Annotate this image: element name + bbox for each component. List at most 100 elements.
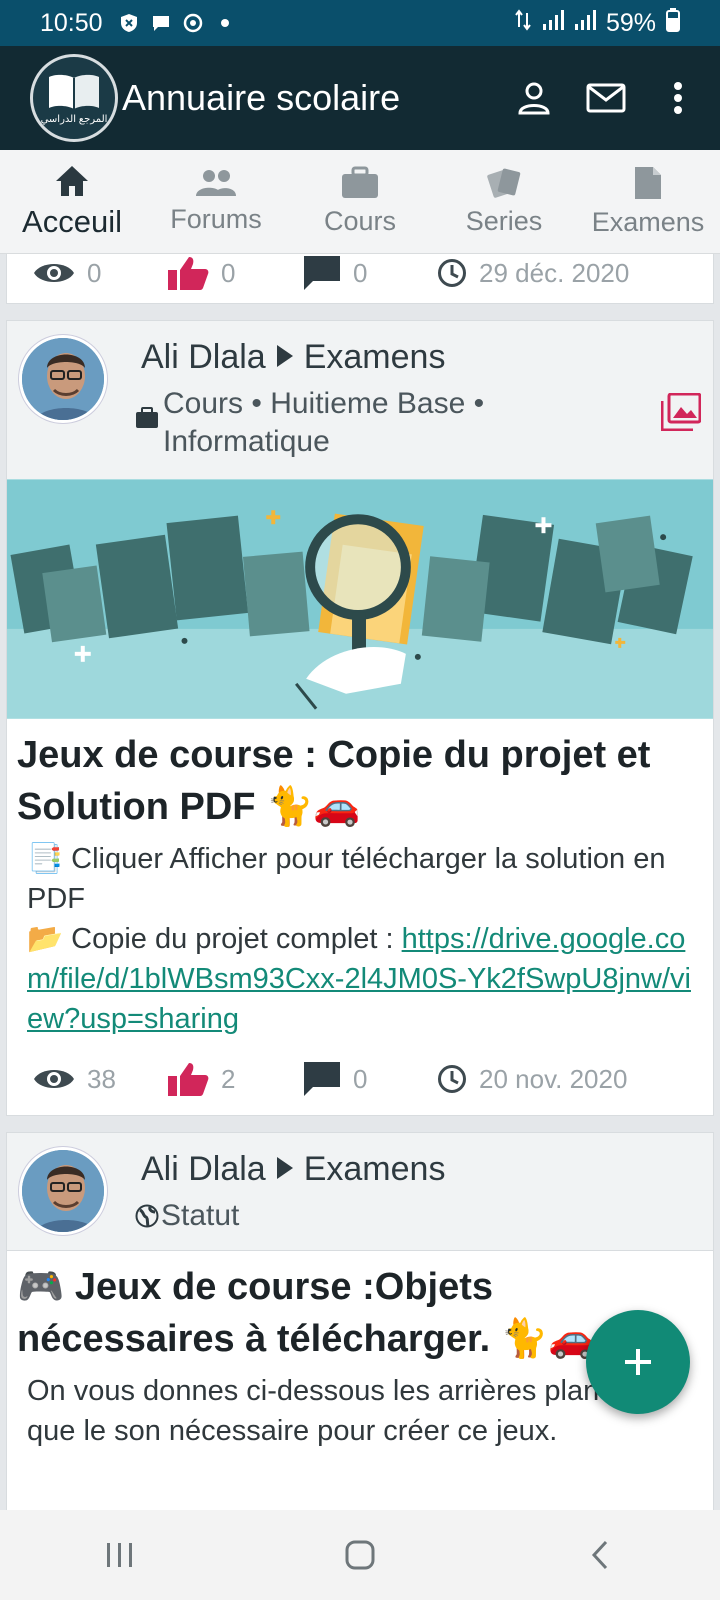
globe-icon bbox=[135, 1204, 159, 1228]
thumbs-up-icon bbox=[167, 255, 209, 291]
tab-bar: Acceuil Forums Cours Series Examens bbox=[0, 150, 720, 254]
status-time: 10:50 bbox=[40, 8, 103, 37]
add-post-button[interactable] bbox=[586, 1310, 690, 1414]
back-button[interactable] bbox=[560, 1525, 640, 1585]
dot-icon bbox=[215, 13, 235, 33]
tab-label: Acceuil bbox=[22, 203, 122, 239]
app-bar: المرجع الدراسي Annuaire scolaire bbox=[0, 46, 720, 150]
image-gallery-icon[interactable] bbox=[660, 392, 702, 436]
post-title[interactable]: Jeux de course : Copie du projet et Solu… bbox=[7, 719, 713, 833]
post-date: 20 nov. 2020 bbox=[479, 1063, 628, 1094]
signal-icon bbox=[574, 9, 596, 38]
post-date: 29 déc. 2020 bbox=[479, 257, 630, 288]
more-vertical-icon bbox=[674, 82, 682, 114]
post-header: Ali Dlala Examens Statut bbox=[7, 1133, 713, 1251]
clock-icon bbox=[437, 258, 467, 288]
overflow-menu-button[interactable] bbox=[648, 68, 708, 128]
avatar[interactable] bbox=[19, 1147, 107, 1235]
messages-button[interactable] bbox=[576, 68, 636, 128]
views-count: 0 bbox=[87, 257, 102, 288]
post-category[interactable]: Examens bbox=[304, 1150, 446, 1189]
post-stats: 0 0 0 29 déc. 2020 bbox=[7, 254, 713, 303]
logo-caption: المرجع الدراسي bbox=[40, 113, 108, 125]
mail-icon bbox=[586, 83, 626, 113]
people-icon bbox=[196, 170, 236, 196]
likes-count: 2 bbox=[221, 1063, 236, 1094]
post-category[interactable]: Examens bbox=[304, 338, 446, 377]
briefcase-icon bbox=[342, 166, 378, 198]
open-book-icon bbox=[49, 74, 99, 109]
home-button[interactable] bbox=[320, 1525, 400, 1585]
comment-icon bbox=[303, 1061, 341, 1097]
app-logo[interactable]: المرجع الدراسي bbox=[30, 54, 118, 142]
date-stat: 29 déc. 2020 bbox=[437, 258, 629, 289]
post-banner-image[interactable] bbox=[7, 479, 713, 719]
post-card[interactable]: Ali Dlala Examens Cours • Huitieme Base … bbox=[6, 320, 714, 1116]
date-stat: 20 nov. 2020 bbox=[437, 1064, 627, 1095]
comments-count: 0 bbox=[353, 1063, 368, 1094]
recents-icon bbox=[107, 1543, 132, 1567]
post-body-line: 📂 Copie du projet complet : https://driv… bbox=[27, 919, 701, 1039]
app-title: Annuaire scolaire bbox=[122, 77, 401, 118]
tab-forums[interactable]: Forums bbox=[144, 150, 288, 253]
comments-count: 0 bbox=[353, 257, 368, 288]
status-bar: 10:50 59% bbox=[0, 0, 720, 46]
signal-icon bbox=[542, 9, 564, 38]
system-nav-bar bbox=[0, 1510, 720, 1600]
likes-stat[interactable]: 0 bbox=[167, 255, 303, 291]
battery-level: 59% bbox=[605, 8, 656, 37]
tab-label: Cours bbox=[323, 206, 397, 236]
message-icon bbox=[151, 13, 171, 33]
post-author-line: Ali Dlala Examens bbox=[141, 333, 703, 381]
author-name[interactable]: Ali Dlala bbox=[141, 1150, 266, 1189]
views-stat: 38 bbox=[33, 1064, 167, 1095]
subtitle-text: Cours • Huitieme Base • Informatique bbox=[163, 387, 485, 458]
profile-button[interactable] bbox=[504, 68, 564, 128]
avatar[interactable] bbox=[19, 335, 107, 423]
likes-count: 0 bbox=[221, 257, 236, 288]
play-arrow-icon bbox=[276, 338, 294, 377]
person-icon bbox=[518, 82, 550, 115]
tab-label: Forums bbox=[170, 204, 262, 234]
author-photo bbox=[22, 338, 104, 420]
eye-icon bbox=[33, 260, 75, 286]
tab-examens[interactable]: Examens bbox=[576, 150, 720, 253]
thumbs-up-icon bbox=[167, 1061, 209, 1097]
home-outline-icon bbox=[345, 1540, 375, 1570]
back-chevron-icon bbox=[591, 1540, 608, 1570]
post-body: 📑 Cliquer Afficher pour télécharger la s… bbox=[7, 833, 713, 1039]
views-stat: 0 bbox=[33, 258, 167, 289]
clock-icon bbox=[437, 1064, 467, 1094]
tab-acceuil[interactable]: Acceuil bbox=[0, 150, 144, 253]
battery-icon bbox=[666, 7, 680, 39]
eye-icon bbox=[33, 1066, 75, 1092]
comments-stat[interactable]: 0 bbox=[303, 255, 437, 291]
home-icon bbox=[56, 165, 88, 196]
author-photo bbox=[22, 1150, 104, 1232]
post-body-line: 📑 Cliquer Afficher pour télécharger la s… bbox=[27, 843, 666, 915]
tab-cours[interactable]: Cours bbox=[288, 150, 432, 253]
tab-label: Series bbox=[465, 206, 543, 236]
cards-icon bbox=[487, 168, 521, 198]
subtitle-text: Statut bbox=[161, 1199, 240, 1232]
author-name[interactable]: Ali Dlala bbox=[141, 338, 266, 377]
data-transfer-icon bbox=[514, 8, 532, 38]
views-count: 38 bbox=[87, 1063, 116, 1094]
post-header: Ali Dlala Examens Cours • Huitieme Base … bbox=[7, 321, 713, 479]
document-icon bbox=[635, 167, 661, 199]
likes-stat[interactable]: 2 bbox=[167, 1061, 303, 1097]
briefcase-icon bbox=[135, 401, 159, 439]
recent-apps-button[interactable] bbox=[80, 1525, 160, 1585]
status-right: 59% bbox=[514, 7, 680, 39]
tab-label: Examens bbox=[591, 207, 705, 237]
chrome-icon bbox=[183, 13, 203, 33]
plus-icon bbox=[625, 1349, 651, 1375]
tab-series[interactable]: Series bbox=[432, 150, 576, 253]
post-card[interactable]: 0 0 0 29 déc. 2020 bbox=[6, 254, 714, 304]
post-subtitle: Statut bbox=[135, 1197, 703, 1235]
comment-icon bbox=[303, 255, 341, 291]
link-prefix: 📂 Copie du projet complet : bbox=[27, 923, 402, 955]
post-stats: 38 2 0 20 nov. 2020 bbox=[7, 1049, 713, 1109]
post-author-line: Ali Dlala Examens bbox=[141, 1145, 703, 1193]
comments-stat[interactable]: 0 bbox=[303, 1061, 437, 1097]
